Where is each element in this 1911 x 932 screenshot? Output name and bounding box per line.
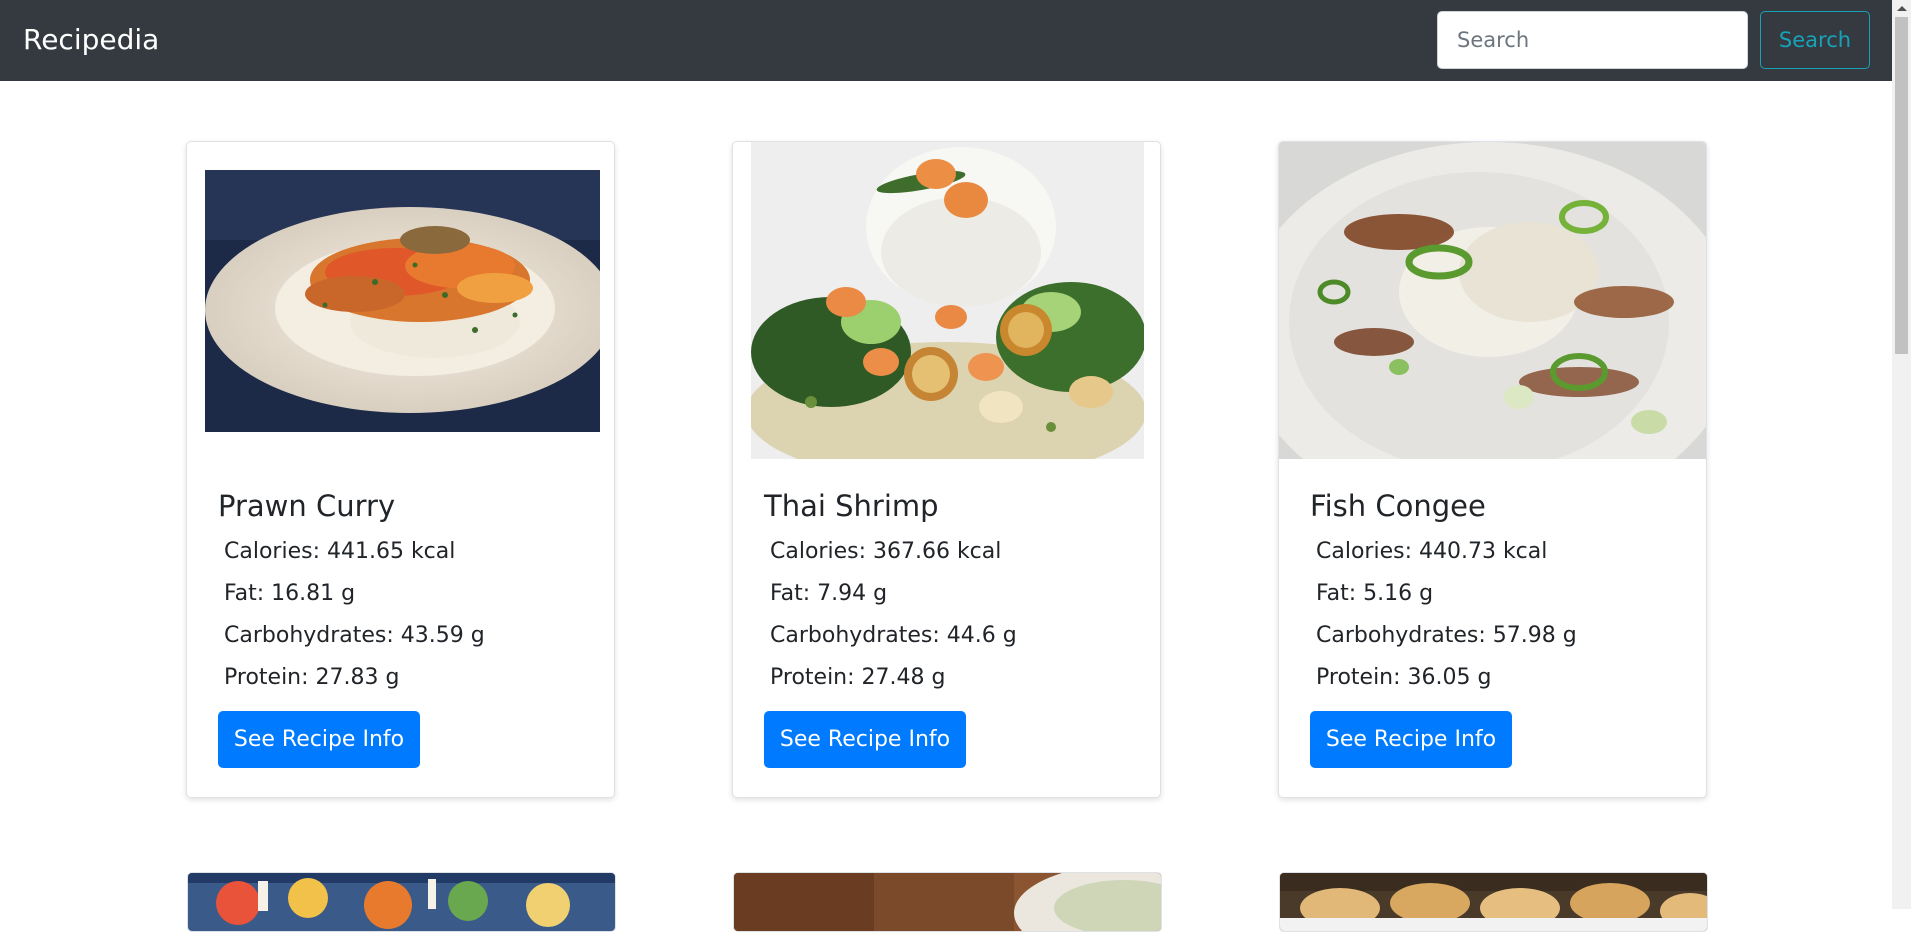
navbar: Recipedia Search (0, 0, 1892, 81)
search-button[interactable]: Search (1760, 11, 1870, 69)
fish-congee-photo (1279, 142, 1706, 459)
carbohydrates-text: Carbohydrates: 44.6 g (770, 623, 1017, 648)
recipe-title: Prawn Curry (218, 489, 396, 523)
recipe-card-partial (733, 872, 1162, 932)
brand-logo-text[interactable]: Recipedia (23, 22, 159, 58)
recipe-image-fish-congee (1279, 142, 1706, 459)
protein-text: Protein: 36.05 g (1316, 665, 1492, 690)
recipe-card-partial (1279, 872, 1708, 932)
recipe-title: Thai Shrimp (764, 489, 939, 523)
see-recipe-info-button[interactable]: See Recipe Info (1310, 711, 1512, 768)
recipe-image-partial (1280, 873, 1707, 931)
see-recipe-info-button[interactable]: See Recipe Info (764, 711, 966, 768)
recipe-card-partial (187, 872, 616, 932)
see-recipe-info-button[interactable]: See Recipe Info (218, 711, 420, 768)
calories-text: Calories: 441.65 kcal (224, 539, 456, 564)
recipe-card: Thai Shrimp Calories: 367.66 kcal Fat: 7… (732, 141, 1161, 798)
protein-text: Protein: 27.48 g (770, 665, 946, 690)
scrollbar-thumb[interactable] (1895, 17, 1908, 354)
recipe-image-partial (734, 873, 1161, 931)
carbohydrates-text: Carbohydrates: 43.59 g (224, 623, 485, 648)
calories-text: Calories: 367.66 kcal (770, 539, 1002, 564)
recipe-image-partial (188, 873, 615, 931)
protein-text: Protein: 27.83 g (224, 665, 400, 690)
prawn-curry-photo (205, 170, 600, 432)
recipe-image-thai-shrimp (751, 142, 1144, 459)
recipe-card: Prawn Curry Calories: 441.65 kcal Fat: 1… (186, 141, 615, 798)
fat-text: Fat: 5.16 g (1316, 581, 1434, 606)
recipe-title: Fish Congee (1310, 489, 1486, 523)
search-input[interactable] (1437, 11, 1748, 69)
recipe-card: Fish Congee Calories: 440.73 kcal Fat: 5… (1278, 141, 1707, 798)
fat-text: Fat: 7.94 g (770, 581, 888, 606)
calories-text: Calories: 440.73 kcal (1316, 539, 1548, 564)
scroll-up-arrow-icon[interactable] (1892, 0, 1911, 17)
fat-text: Fat: 16.81 g (224, 581, 356, 606)
carbohydrates-text: Carbohydrates: 57.98 g (1316, 623, 1577, 648)
recipe-image-prawn-curry (205, 170, 600, 432)
thai-shrimp-photo (751, 142, 1144, 459)
